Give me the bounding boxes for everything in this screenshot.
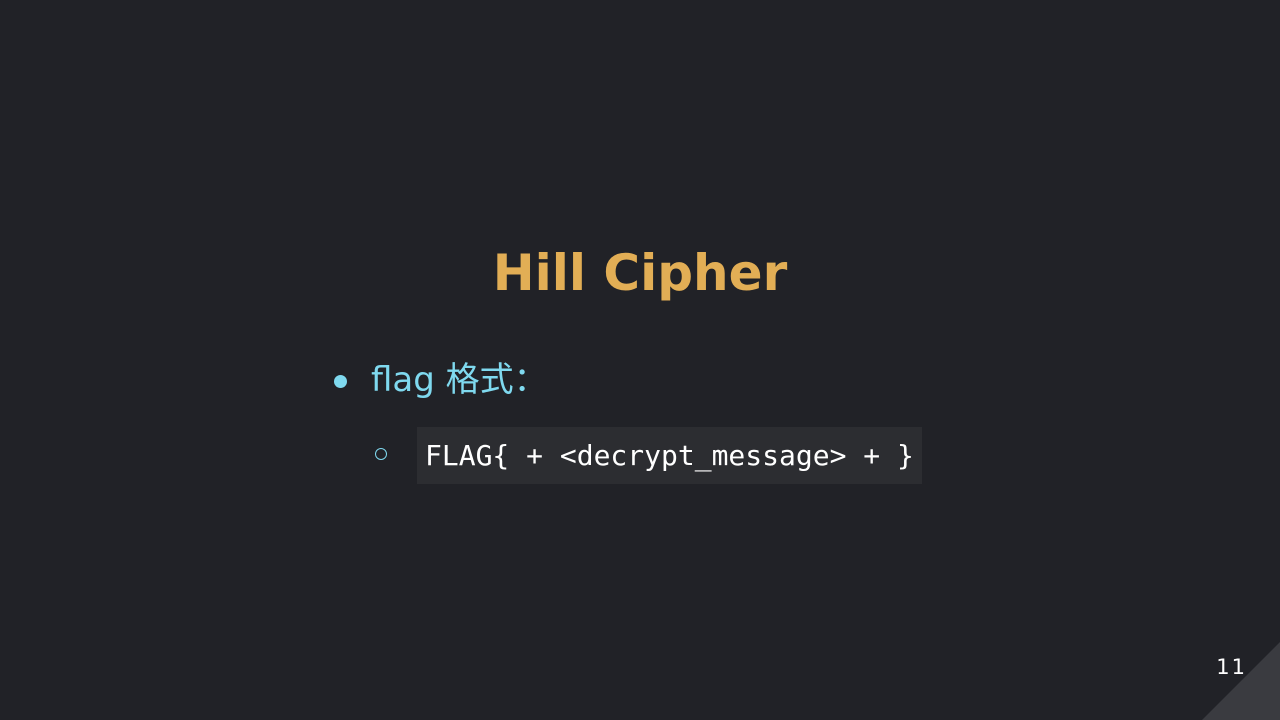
filled-circle-bullet-icon (334, 374, 347, 388)
code-snippet: FLAG{ + <decrypt_message> + } (417, 427, 922, 484)
bullet-item: flag 格式： (334, 352, 548, 408)
bullet-text: flag 格式： (371, 360, 548, 400)
slide-title: Hill Cipher (492, 244, 788, 302)
page-number: 11 (1216, 655, 1247, 679)
hollow-circle-bullet-icon (375, 447, 387, 460)
slide: Hill Cipher flag 格式： FLAG{ + <decrypt_me… (0, 0, 1280, 720)
sub-bullet-item: FLAG{ + <decrypt_message> + } (375, 427, 922, 484)
